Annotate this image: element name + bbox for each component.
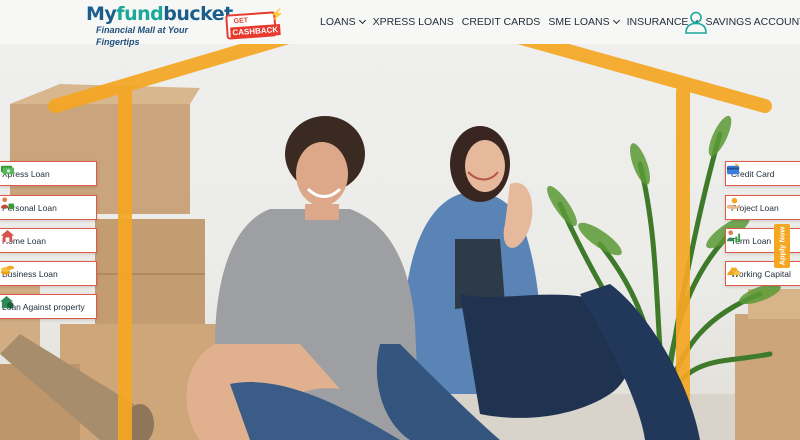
logo-my: My — [86, 3, 117, 25]
logo-wordmark: Myfundbucket — [86, 3, 233, 25]
side-menu-xpress-loan[interactable]: Xpress Loan — [0, 161, 97, 186]
logo-tagline: Financial Mall at Your Fingertips — [96, 25, 189, 47]
nav-sme-loans-label: SME LOANS — [548, 16, 610, 28]
myfundbucket-logo[interactable]: Myfundbucket Financial Mall at Your Fing… — [86, 3, 233, 47]
nav-loans-label: LOANS — [320, 16, 356, 28]
nav-xpress-loans[interactable]: XPRESS LOANS — [373, 16, 454, 28]
user-account-icon[interactable] — [684, 10, 708, 34]
property-icon — [0, 295, 14, 309]
person-chart-icon — [726, 230, 741, 243]
hand-coin-icon — [726, 197, 741, 210]
hero-illustration — [0, 44, 800, 440]
side-menu-personal-loan[interactable]: Personal Loan — [0, 195, 97, 220]
logo-fund: fund — [116, 3, 164, 25]
side-menu-business-loan[interactable]: Business Loan — [0, 261, 97, 286]
logo-bucket: bucket — [163, 3, 233, 25]
get-cashback-badge[interactable]: GET CASHBACK ⚡ — [225, 8, 284, 40]
nav-savings-account[interactable]: SAVINGS ACCOUNT — [705, 16, 800, 28]
nav-savings-account-label: SAVINGS ACCOUNT — [705, 16, 800, 28]
nav-sme-loans[interactable]: SME LOANS — [548, 16, 620, 28]
nav-credit-cards[interactable]: CREDIT CARDS — [462, 16, 541, 28]
person-money-icon — [0, 197, 15, 210]
cardboard-boxes-right — [735, 289, 800, 440]
cashback-label: CASHBACK — [230, 23, 281, 39]
spark-icon: ⚡ — [270, 9, 284, 21]
nav-credit-cards-label: CREDIT CARDS — [461, 16, 541, 28]
cashback-get-text: GET — [233, 17, 249, 26]
apply-now-label: Apply Now — [777, 226, 787, 266]
chevron-down-icon — [358, 16, 366, 25]
hero-banner: Xpress Loan Personal Loan Home Loan Busi… — [0, 44, 800, 440]
side-menu-credit-card[interactable]: Credit Card — [725, 161, 800, 186]
side-menu-loan-against-property[interactable]: Loan Against property — [0, 294, 97, 319]
nav-loans[interactable]: LOANS — [320, 16, 366, 28]
nav-insurance-label: INSURANCE — [626, 16, 689, 28]
main-nav: LOANS XPRESS LOANS CREDIT CARDS SME LOAN… — [320, 14, 800, 30]
site-header: Myfundbucket Financial Mall at Your Fing… — [0, 0, 800, 47]
credit-card-icon — [726, 162, 740, 175]
house-icon — [0, 229, 15, 243]
money-stack-icon — [0, 165, 15, 175]
apply-now-tab[interactable]: Apply Now — [774, 224, 790, 268]
side-menu-home-loan[interactable]: Home Loan — [0, 228, 97, 253]
coins-icon — [0, 265, 15, 275]
side-menu-project-loan[interactable]: Project Loan — [725, 195, 800, 220]
nav-xpress-loans-label: XPRESS LOANS — [372, 16, 454, 28]
gold-bars-icon — [726, 267, 741, 276]
chevron-down-icon — [612, 16, 620, 25]
